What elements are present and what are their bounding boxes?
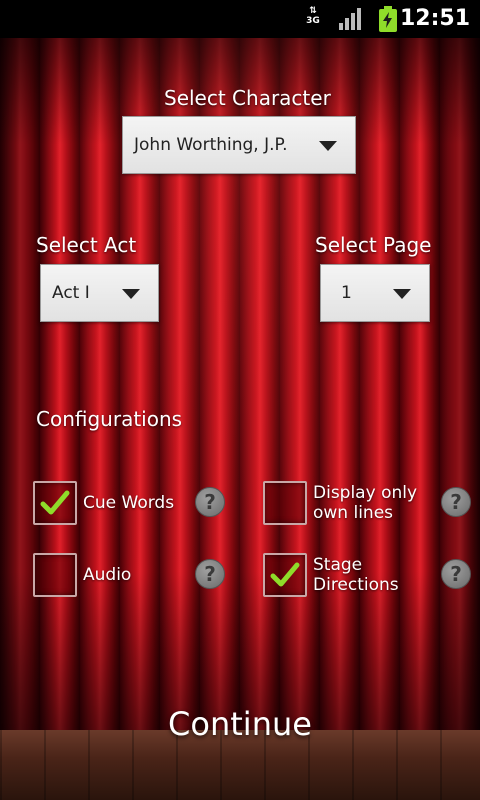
battery-charging-icon (379, 6, 397, 32)
status-bar: ⇅ 3G 12:51 (0, 0, 480, 38)
clock: 12:51 (399, 6, 470, 31)
signal-icon (339, 8, 361, 30)
display-own-lines-checkbox[interactable] (263, 481, 307, 525)
configurations-heading: Configurations (36, 407, 183, 431)
page-value: 1 (341, 283, 352, 303)
network-type: 3G (306, 16, 320, 26)
audio-label: Audio (83, 565, 132, 585)
display-own-lines-help-icon[interactable]: ? (441, 487, 471, 517)
act-spinner[interactable]: Act I (40, 264, 159, 322)
stage-directions-label: Stage Directions (313, 555, 399, 595)
select-act-label: Select Act (36, 233, 137, 257)
character-value: John Worthing, J.P. (134, 135, 288, 155)
dropdown-arrow-icon (319, 141, 337, 151)
display-own-lines-label: Display only own lines (313, 483, 418, 523)
cue-words-label: Cue Words (83, 493, 175, 513)
continue-button[interactable]: Continue (0, 705, 480, 743)
page-spinner[interactable]: 1 (320, 264, 430, 322)
character-spinner[interactable]: John Worthing, J.P. (122, 116, 356, 174)
stage-directions-help-icon[interactable]: ? (441, 559, 471, 589)
checkmark-icon (270, 562, 300, 587)
audio-help-icon[interactable]: ? (195, 559, 225, 589)
act-value: Act I (52, 283, 90, 303)
checkmark-icon (40, 490, 70, 515)
audio-checkbox[interactable] (33, 553, 77, 597)
dropdown-arrow-icon (122, 289, 140, 299)
select-character-label: Select Character (164, 86, 331, 110)
select-page-label: Select Page (315, 233, 432, 257)
dropdown-arrow-icon (393, 289, 411, 299)
cue-words-help-icon[interactable]: ? (195, 487, 225, 517)
cue-words-checkbox[interactable] (33, 481, 77, 525)
data-arrows-icon: ⇅ 3G (303, 6, 323, 32)
stage-directions-checkbox[interactable] (263, 553, 307, 597)
